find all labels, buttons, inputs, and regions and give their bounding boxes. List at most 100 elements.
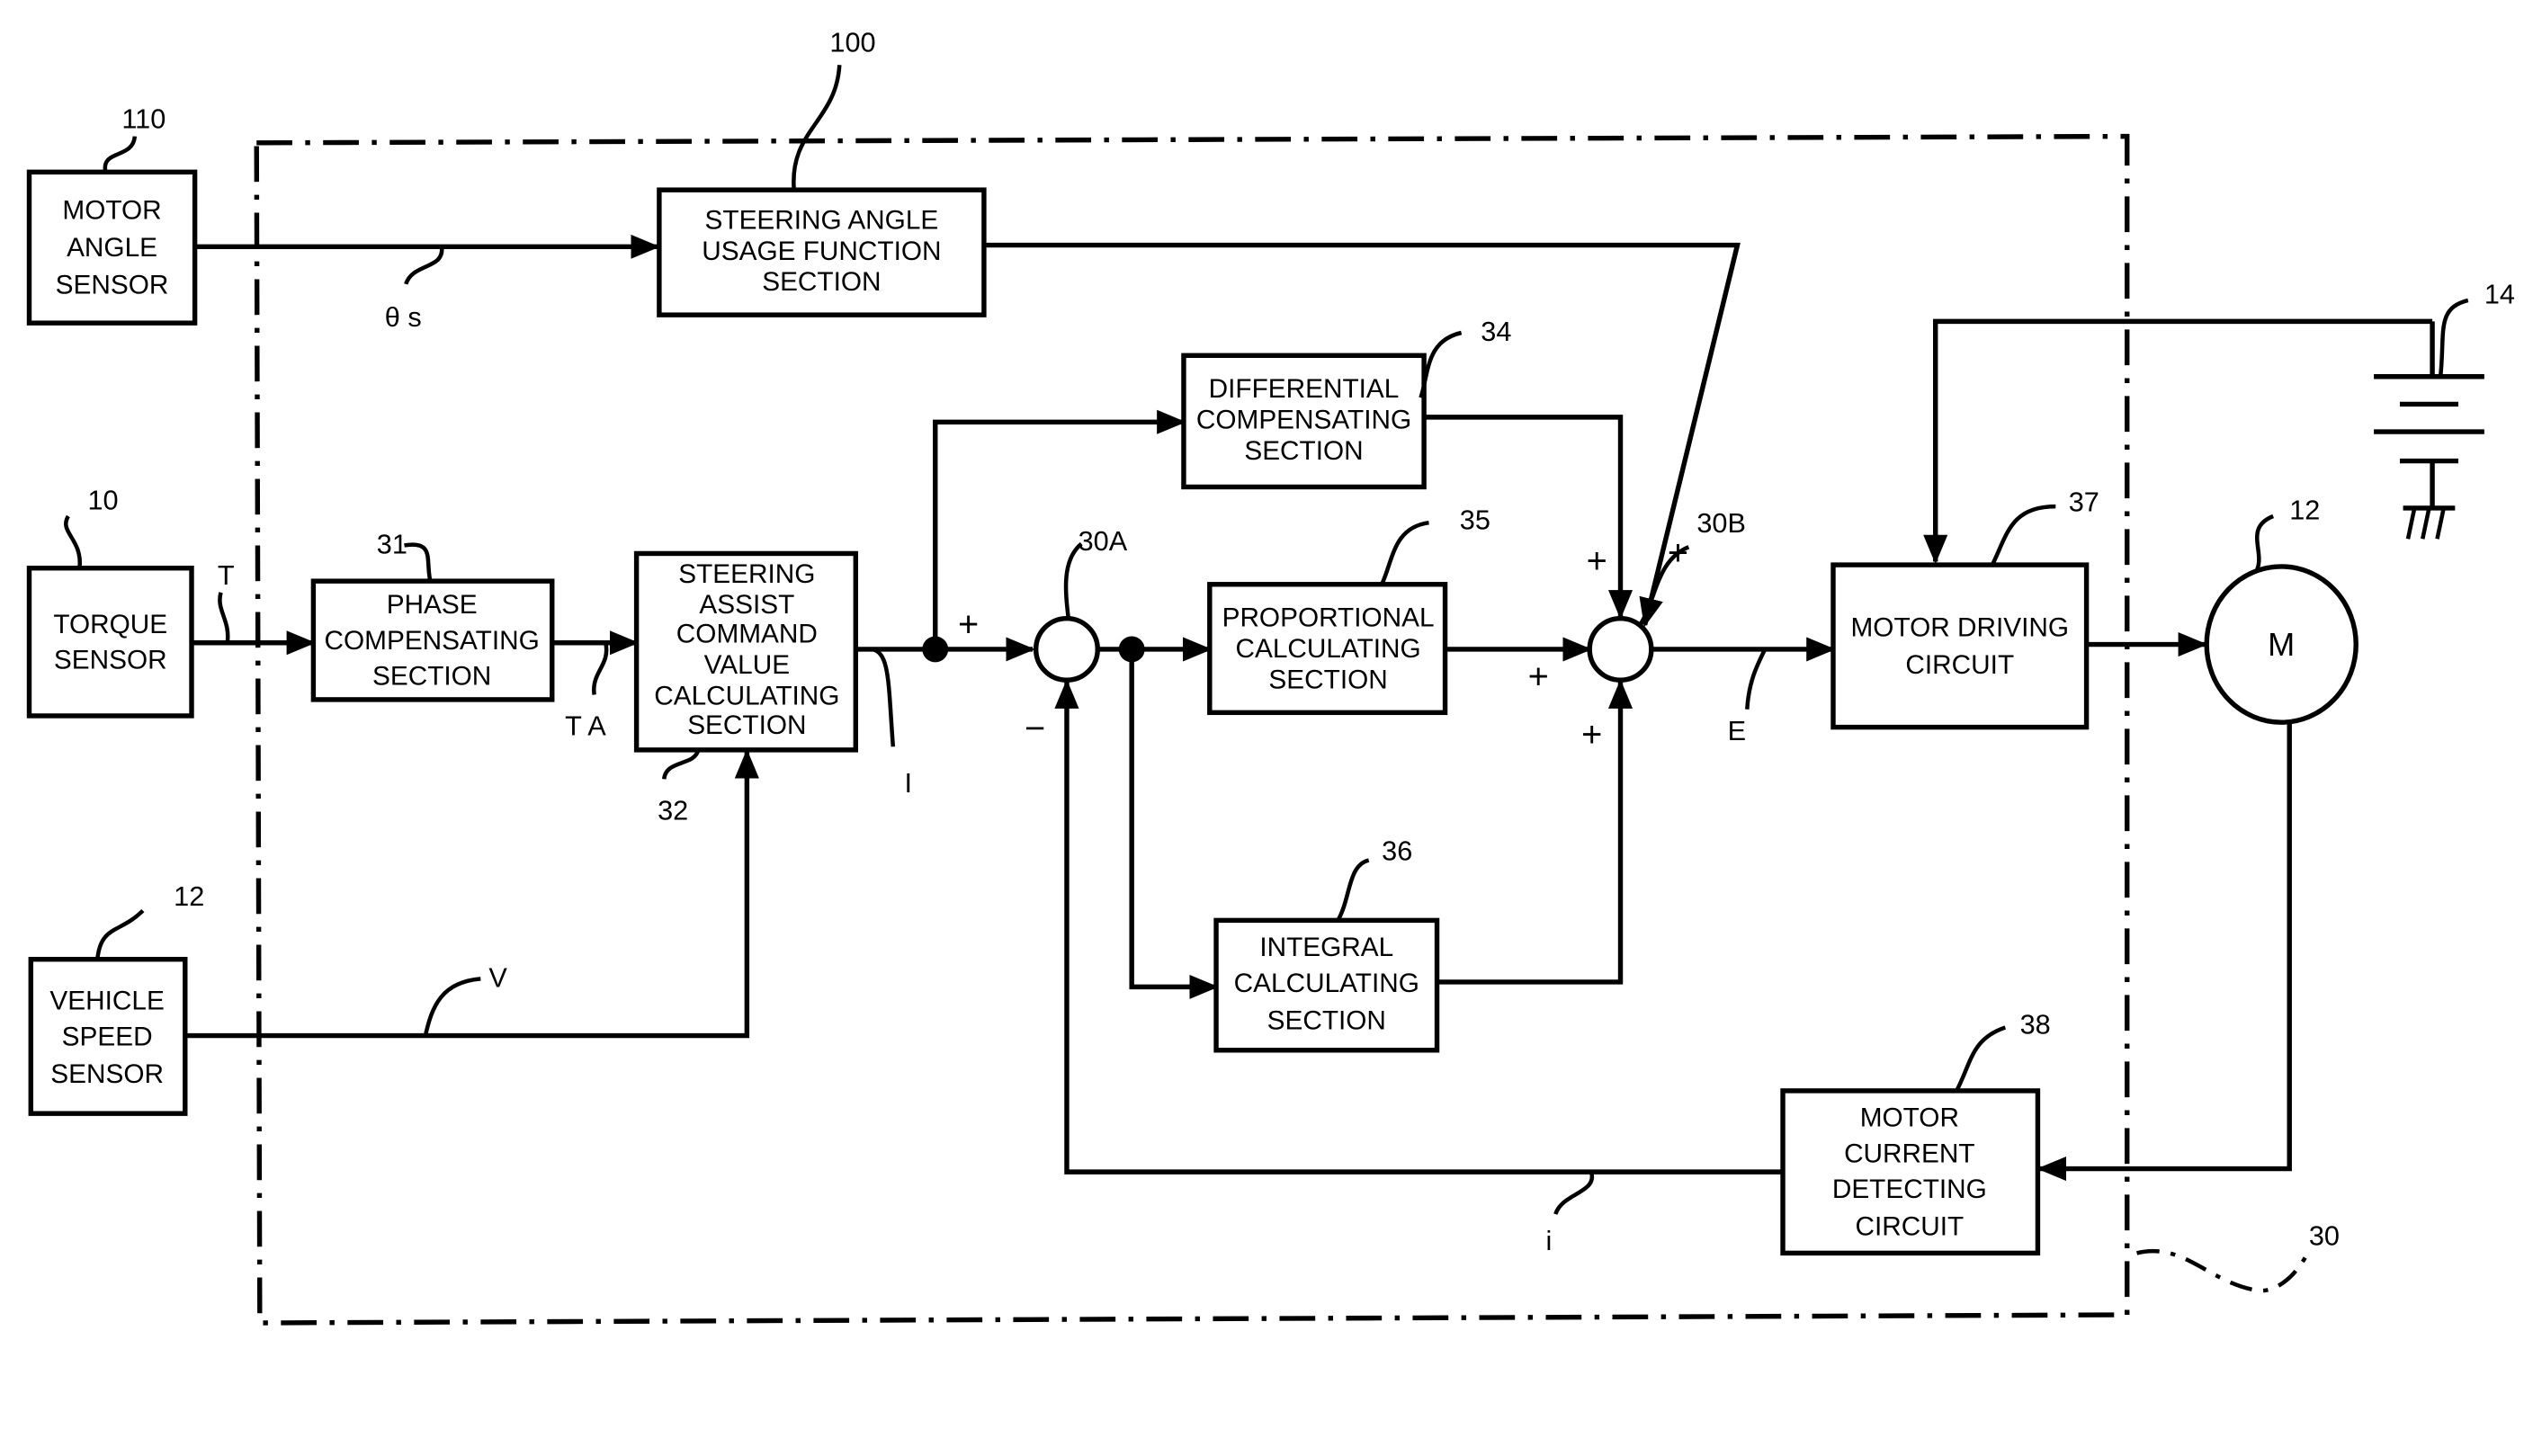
proportional-calculating-block[interactable]: PROPORTIONAL CALCULATING SECTION	[1207, 582, 1448, 716]
ref-leader	[1336, 858, 1370, 922]
motor-label: M	[2268, 626, 2295, 663]
motor-driving-circuit-block[interactable]: MOTOR DRIVING CIRCUIT	[1830, 562, 2090, 730]
signal-leader	[218, 592, 230, 644]
summing-junction-30b[interactable]	[1587, 615, 1654, 683]
controller-ref-label: 30	[2309, 1219, 2340, 1251]
signal-leader	[1745, 648, 1768, 710]
vehicle-speed-sensor-block[interactable]: VEHICLE SPEED SENSOR	[28, 956, 188, 1116]
block-label-line: SECTION	[687, 710, 806, 740]
block-label-line: DETECTING	[1832, 1175, 1987, 1204]
steering-angle-usage-function-block[interactable]: STEERING ANGLE USAGE FUNCTION SECTION	[657, 187, 987, 317]
ref-leader	[95, 908, 145, 960]
sum-b-plus-sign: +	[1528, 657, 1549, 696]
ref-leader	[64, 514, 82, 568]
block-label-line: SECTION	[1244, 436, 1363, 466]
ref-leader	[404, 542, 433, 582]
torque-signal-label: T	[218, 559, 235, 591]
vehicle-speed-sensor-ref: 12	[174, 880, 204, 912]
ref-leader	[1990, 504, 2056, 567]
block-label-line: SPEED	[62, 1022, 153, 1051]
block-label-line: ASSIST	[699, 590, 794, 620]
ref-leader	[1955, 1025, 2007, 1092]
current-command-signal-label: I	[904, 767, 912, 799]
summing-junction-30a[interactable]	[1033, 615, 1100, 683]
torque-sensor-block[interactable]: TORQUE SENSOR	[26, 566, 194, 719]
block-label-line: PROPORTIONAL	[1222, 603, 1435, 633]
battery-symbol	[1923, 318, 2484, 565]
block-label-line: DIFFERENTIAL	[1209, 374, 1400, 404]
block-label-line: SENSOR	[56, 271, 169, 300]
sum-a-ref: 30A	[1079, 525, 1128, 557]
ref-leader	[792, 65, 842, 191]
block-label-line: CIRCUIT	[1855, 1212, 1964, 1242]
block-label-line: CALCULATING	[1235, 634, 1420, 664]
block-label-line: STEERING ANGLE	[705, 205, 939, 235]
block-label-line: CALCULATING	[654, 681, 839, 710]
block-label-line: SECTION	[372, 662, 491, 692]
block-label-line: MOTOR	[1860, 1103, 1959, 1133]
block-label-line: MOTOR	[62, 196, 161, 226]
block-label-line: COMPENSATING	[1196, 405, 1411, 434]
theta-s-signal-label: θ s	[385, 301, 422, 333]
block-label-line: COMMAND	[676, 620, 818, 649]
block-label-line: VEHICLE	[49, 987, 164, 1016]
integral-calculating-block[interactable]: INTEGRAL CALCULATING SECTION	[1213, 917, 1440, 1053]
voltage-signal-label: E	[1728, 715, 1746, 746]
motor-current-detecting-block[interactable]: MOTOR CURRENT DETECTING CIRCUIT	[1780, 1088, 2041, 1256]
battery-ref: 14	[2484, 279, 2515, 310]
ref-leader	[662, 749, 701, 780]
block-label-line: SENSOR	[50, 1059, 164, 1089]
motor-current-signal-label: i	[1545, 1225, 1552, 1256]
differential-output-line	[1424, 415, 1633, 620]
motor-current-sense-line	[2036, 722, 2292, 1182]
block-label-line: USAGE FUNCTION	[702, 237, 941, 266]
sum-a-minus-sign: −	[1025, 709, 1045, 748]
sum-b-plus-sign: +	[1587, 541, 1607, 581]
motor-current-detecting-ref: 38	[2020, 1009, 2051, 1041]
sum-a-plus-sign: +	[958, 605, 979, 645]
integral-branch-line	[1129, 648, 1219, 999]
steering-angle-usage-ref: 100	[829, 27, 875, 58]
signal-leader	[871, 647, 896, 747]
block-label-line: TORQUE	[53, 610, 167, 639]
steering-assist-command-block[interactable]: STEERING ASSIST COMMAND VALUE CALCULATIN…	[633, 550, 859, 753]
differential-compensating-ref: 34	[1481, 316, 1511, 347]
block-label-line: MOTOR DRIVING	[1851, 613, 2070, 643]
motor-angle-sensor-ref: 110	[121, 103, 166, 135]
ref-leader	[2438, 298, 2469, 377]
ta-signal-label: T A	[565, 710, 606, 742]
torque-sensor-ref: 10	[87, 485, 118, 516]
block-label-line: CIRCUIT	[1905, 650, 2014, 680]
differential-compensating-block[interactable]: DIFFERENTIAL COMPENSATING SECTION	[1181, 353, 1427, 490]
ref-leader	[103, 136, 138, 173]
block-label-line: COMPENSATING	[325, 626, 540, 656]
sum-b-ref: 30B	[1696, 507, 1746, 539]
ref-leader	[1380, 520, 1429, 585]
signal-leader	[1553, 1171, 1595, 1215]
sum-b-plus-sign: +	[1668, 533, 1688, 573]
motor-angle-sensor-block[interactable]: MOTOR ANGLE SENSOR	[26, 169, 198, 326]
block-label-line: VALUE	[704, 650, 790, 680]
block-label-line: INTEGRAL	[1259, 933, 1393, 962]
signal-leader	[592, 642, 609, 695]
block-label-line: SENSOR	[54, 646, 167, 675]
sum-b-plus-sign: +	[1581, 715, 1602, 755]
block-label-line: STEERING	[678, 559, 815, 589]
block-label-line: CURRENT	[1844, 1139, 1975, 1168]
motor-driving-circuit-ref: 37	[2069, 487, 2099, 518]
block-label-line: ANGLE	[67, 233, 157, 263]
integral-calculating-ref: 36	[1382, 835, 1412, 867]
block-label-line: SECTION	[1268, 665, 1387, 694]
block-diagram: 30 MOTOR ANGLE SENSOR 110 θ s STEERING A…	[26, 27, 2515, 1326]
block-label-line: SECTION	[762, 267, 881, 297]
signal-leader	[423, 977, 481, 1037]
steering-assist-ref: 32	[658, 794, 688, 826]
block-label-line: PHASE	[387, 590, 478, 620]
phase-compensating-block[interactable]: PHASE COMPENSATING SECTION	[310, 578, 555, 702]
controller-ref-leader	[2136, 1248, 2311, 1293]
vehicle-speed-signal-label: V	[488, 961, 507, 993]
proportional-calculating-ref: 35	[1460, 504, 1490, 535]
ref-leader	[1419, 330, 1463, 398]
block-label-line: SECTION	[1267, 1005, 1386, 1035]
ref-leader	[2254, 514, 2275, 571]
